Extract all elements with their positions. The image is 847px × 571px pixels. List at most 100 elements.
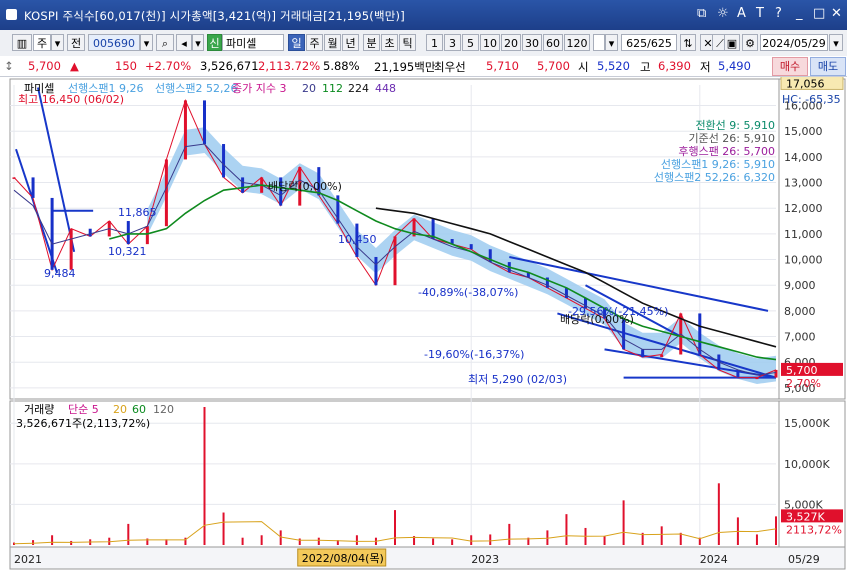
legend-ma20: 20 [302,82,316,95]
annotation-10450: 10,450 [338,233,377,246]
volume-bar [51,535,54,545]
ichimoku-value: 선행스팬2 52,26: 6,320 [654,171,775,184]
volume-bar [298,538,301,545]
period-tick-tab[interactable]: 틱 [399,34,416,51]
expand-arrow-icon[interactable]: ↕ [4,59,14,73]
candle [755,377,759,380]
code-dropdown-icon[interactable]: ▾ [140,34,153,51]
price-tick-label: 12,000 [784,202,823,215]
volume-bar [70,540,73,545]
high-price: 6,390 [658,59,691,73]
volume-bar [317,537,320,545]
restore-window-icon[interactable]: ⧉ [697,6,706,21]
interval-30[interactable]: 30 [522,34,542,51]
period-second-tab[interactable]: 초 [381,34,398,51]
up-arrow-icon: ▲ [70,59,79,73]
buy-order-button[interactable]: 매수 [772,57,808,76]
custom-interval-input[interactable] [593,34,605,51]
credit-badge: 신 [207,34,222,51]
interval-10[interactable]: 10 [480,34,500,51]
current-price-axis-label: 5,700 [786,364,818,377]
search-icon[interactable]: ⌕ [156,34,174,51]
legend-ma448: 448 [375,82,396,95]
stock-name-field[interactable]: 파미셀 [222,34,284,51]
font-a-icon[interactable]: A [737,6,746,21]
minimize-icon[interactable]: _ [796,6,803,21]
volume-bar [260,535,263,545]
interval-3[interactable]: 3 [444,34,461,51]
candle [641,349,645,358]
interval-60[interactable]: 60 [543,34,563,51]
volume-bar [203,407,206,545]
annotation-drop-2: -19,60%(-16,37%) [424,348,524,361]
price-change-pct: +2.70% [145,59,192,73]
annotation-9484: 9,484 [44,267,76,280]
volume-tick-label: 10,000K [784,458,830,471]
interval-5[interactable]: 5 [462,34,479,51]
market-type-select[interactable]: 주 [33,34,51,51]
period-day-tab[interactable]: 일 [288,34,305,51]
candle [241,177,245,193]
candle [736,369,740,378]
best-bid-label: 최우선 [434,60,466,74]
interval-20[interactable]: 20 [501,34,521,51]
volume-bar [279,530,282,545]
custom-interval-dropdown-icon[interactable]: ▾ [605,34,618,51]
price-tick-label: 13,000 [784,177,823,190]
interval-1[interactable]: 1 [426,34,443,51]
interval-120[interactable]: 120 [564,34,590,51]
current-price: 5,700 [28,59,61,73]
trade-amount: 21,195백만 [374,60,436,74]
data-count-field[interactable]: 625/625 [621,34,677,51]
low-price: 5,490 [718,59,751,73]
annotation-high: 최고 16,450 (06/02) [18,93,124,106]
font-t-icon[interactable]: T [756,6,764,21]
candle [469,244,473,250]
annotation-low: 최저 5,290 (02/03) [468,373,567,386]
time-axis-label: 2023 [471,553,499,566]
annotation-10321: 10,321 [108,245,147,258]
speaker-dropdown-icon[interactable]: ▾ [192,34,204,51]
period-week-tab[interactable]: 주 [306,34,323,51]
candle [126,221,130,245]
price-tick-label: 10,000 [784,254,823,267]
date-dropdown-icon[interactable]: ▾ [829,34,843,51]
save-icon[interactable]: ▣ [724,34,740,51]
volume-bar [432,538,435,545]
candle [145,226,149,245]
close-icon[interactable]: ✕ [831,6,842,21]
settings-gear-icon[interactable]: ⚙ [742,34,758,51]
volume-legend-60: 60 [132,403,146,416]
help-icon[interactable]: ? [775,6,782,21]
volume-bar [660,526,663,545]
settings-window-icon[interactable]: ☼ [717,6,729,21]
period-minute-tab[interactable]: 분 [363,34,380,51]
scroll-arrows-icon[interactable]: ⇅ [680,34,696,51]
speaker-icon[interactable]: ◂ [176,34,192,51]
app-icon [6,9,17,20]
period-month-tab[interactable]: 월 [324,34,341,51]
window-title: KOSPI 주식수[60,017(천)] 시가총액[3,421(억)] 거래대금… [24,9,405,23]
time-axis-label: 2024 [700,553,728,566]
price-tick-label: 7,000 [784,331,816,344]
annotation-dividend: 배당락(0,00%) [268,180,342,193]
volume-bar [394,510,396,545]
hc-label: HC: -65,35 [782,93,841,106]
sell-order-button[interactable]: 매도 [810,57,846,76]
candle [203,100,206,145]
candle [774,369,778,378]
market-type-dropdown-icon[interactable]: ▾ [51,34,64,51]
volume-bar [489,534,492,545]
stock-code-input[interactable]: 005690 [88,34,140,51]
volume-bar [622,500,625,545]
layout-icon[interactable]: ▥ [12,34,32,51]
maximize-icon[interactable]: □ [813,6,825,21]
legend-span2: 선행스팬2 52,26 [155,82,237,95]
period-year-tab[interactable]: 년 [342,34,359,51]
date-input[interactable]: 2024/05/29 [760,34,828,51]
prev-button[interactable]: 전 [67,34,85,51]
annotation-drop-1: -40,89%(-38,07%) [418,286,518,299]
candle [222,144,226,178]
stock-chart[interactable]: 16,00015,00014,00013,00012,00011,00010,0… [0,77,847,571]
price-change: 150 [115,59,137,73]
